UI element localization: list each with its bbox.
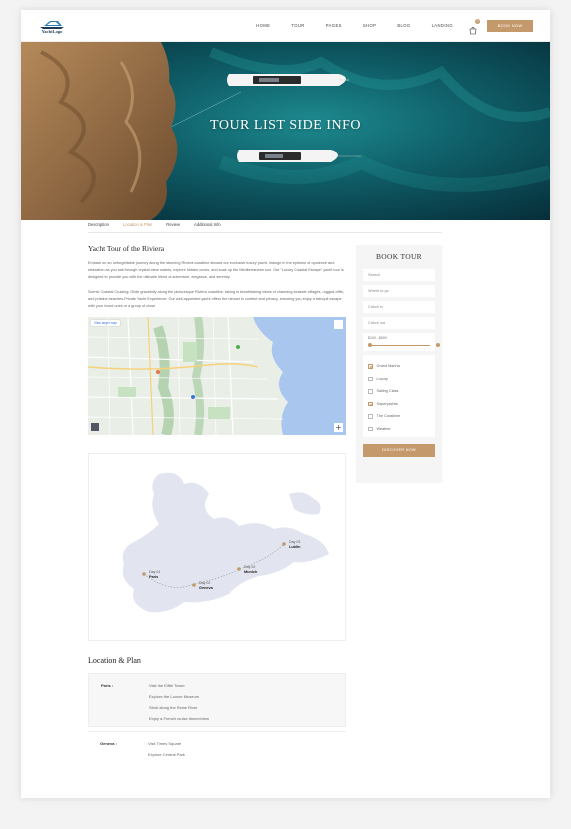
yacht-top-icon [227,74,349,86]
location-city: Geneva : [100,741,117,747]
route-stop-city: Lublin [289,545,301,549]
hero-banner: TOUR LIST SIDE INFO [21,42,550,220]
price-range-label: $100 - $600 [368,336,387,340]
checkbox-the-coralinne[interactable]: The Coralinne [368,410,430,423]
discover-now-button[interactable]: DISCOVER NOW [363,444,435,457]
hero-title: TOUR LIST SIDE INFO [210,118,361,133]
route-stop-day: Day 02 [199,581,210,585]
cart-badge: 0 [475,18,480,24]
view-larger-map-button[interactable]: View larger map [91,320,120,327]
main-content: Yacht Tour of the Riviera Embark on an u… [88,244,346,767]
location-row: Geneva : Visit Times Square Explore Cent… [100,738,334,760]
location-item: Stroll along the Seine River [149,705,198,711]
checkbox-label: Superyachts [376,401,398,406]
checkbox-label: Sailing Class [376,389,399,394]
tab-additional-info[interactable]: Additional Info [194,220,221,232]
search-input[interactable]: Search [363,269,435,281]
location-items: Visit the Eiffel Tower Explore the Louvr… [149,680,209,724]
location-plan-table-2: Geneva : Visit Times Square Explore Cent… [88,731,346,767]
location-item: Visit Times Square [148,741,182,747]
logo-text: YachtLogo [41,28,63,34]
checkbox-box[interactable] [368,376,373,381]
location-items: Visit Times Square Explore Central Park [148,738,185,760]
tour-title: Yacht Tour of the Riviera [88,244,165,253]
nav-tour[interactable]: TOUR [291,23,304,28]
checkbox-box[interactable] [368,426,373,431]
location-item: Explore Central Park [148,752,185,758]
description-paragraph: Embark on an unforgettable journey along… [88,261,344,280]
check-in-input[interactable]: Check in [363,301,435,313]
tab-description[interactable]: Description [88,220,109,232]
route-stop-marker [142,572,146,577]
cart-button[interactable]: 0 [469,18,480,34]
checkbox-box[interactable] [368,389,373,394]
route-stop-day: Day 01 [149,570,160,574]
book-tour-title: BOOK TOUR [376,252,422,261]
check-out-input[interactable]: Check out [363,317,435,329]
book-tour-sidebar: BOOK TOUR Search Where to go Check in Ch… [356,245,442,483]
checkbox-label: Luxury [376,376,388,381]
location-item: Explore the Louvre Museum [149,694,200,700]
route-stop-city: Geneva [199,586,214,590]
main-nav: HOME TOUR PAGES SHOP BLOG LANDING [235,23,453,28]
route-stop-day: Day 02 [244,565,255,569]
nav-home[interactable]: HOME [256,23,270,28]
checkbox-box[interactable] [368,364,373,369]
site-header: YachtLogo HOME TOUR PAGES SHOP BLOG LAND… [21,10,550,42]
price-slider[interactable] [368,342,440,348]
location-row: Paris : Visit the Eiffel Tower Explore t… [101,680,333,724]
category-checklist: Grand Marina Luxury Sailing Class Supery… [363,355,435,437]
tab-review[interactable]: Review [166,220,180,232]
nav-shop[interactable]: SHOP [363,23,376,28]
location-item: Enjoy a French cruise dinner/view [149,716,210,722]
checkbox-sailing-class[interactable]: Sailing Class [368,385,430,398]
checkbox-label: The Coralinne [376,414,401,419]
route-stop-city: Paris [149,575,158,579]
cart-icon [469,26,477,34]
location-plan-table: Paris : Visit the Eiffel Tower Explore t… [88,673,346,728]
logo[interactable]: YachtLogo [37,18,67,34]
nav-pages[interactable]: PAGES [326,23,342,28]
route-stop-marker [192,583,196,588]
checkbox-label: Grand Marina [376,364,400,369]
location-city: Paris : [101,683,114,689]
price-slider-min-handle[interactable] [368,343,372,347]
price-slider-max-handle[interactable] [436,343,440,347]
route-map: Day 01 Paris Day 02 Geneva Day 02 Munich Day 0… [88,453,346,642]
map-image [88,317,346,436]
tab-location-plan[interactable]: Location & Plan [123,220,152,232]
route-stop-day: Day 03 [289,540,300,544]
location-plan-title: Location & Plan [88,656,141,666]
checkbox-label: Weather [376,426,391,431]
nav-blog[interactable]: BLOG [397,23,410,28]
description-paragraph: Scenic Coastal Cruising: Glide gracefull… [88,289,344,309]
checkbox-luxury[interactable]: Luxury [368,373,430,386]
location-item: Visit the Eiffel Tower [149,683,185,689]
route-stop-marker [237,567,241,572]
book-now-button[interactable]: BOOK NOW [487,19,533,32]
route-stop-marker [282,542,286,547]
where-to-go-input[interactable]: Where to go [363,285,435,297]
checkbox-box[interactable] [368,401,373,406]
price-filter: $100 - $600 [363,333,440,351]
route-stop-city: Munich [244,570,258,574]
route-map-image: Day 01ParisDay 02GenevaDay 02MunichDay 0… [122,472,329,613]
checkbox-weather[interactable]: Weather [368,423,430,436]
checkbox-superyachts[interactable]: Superyachts [368,398,430,411]
google-map[interactable]: View larger map [88,317,346,436]
checkbox-box[interactable] [368,414,373,419]
nav-landing[interactable]: LANDING [432,23,453,28]
price-slider-track [368,344,430,346]
checkbox-grand-marina[interactable]: Grand Marina [368,360,430,373]
tour-tabs: Description Location & Plan Review Addit… [88,220,442,233]
